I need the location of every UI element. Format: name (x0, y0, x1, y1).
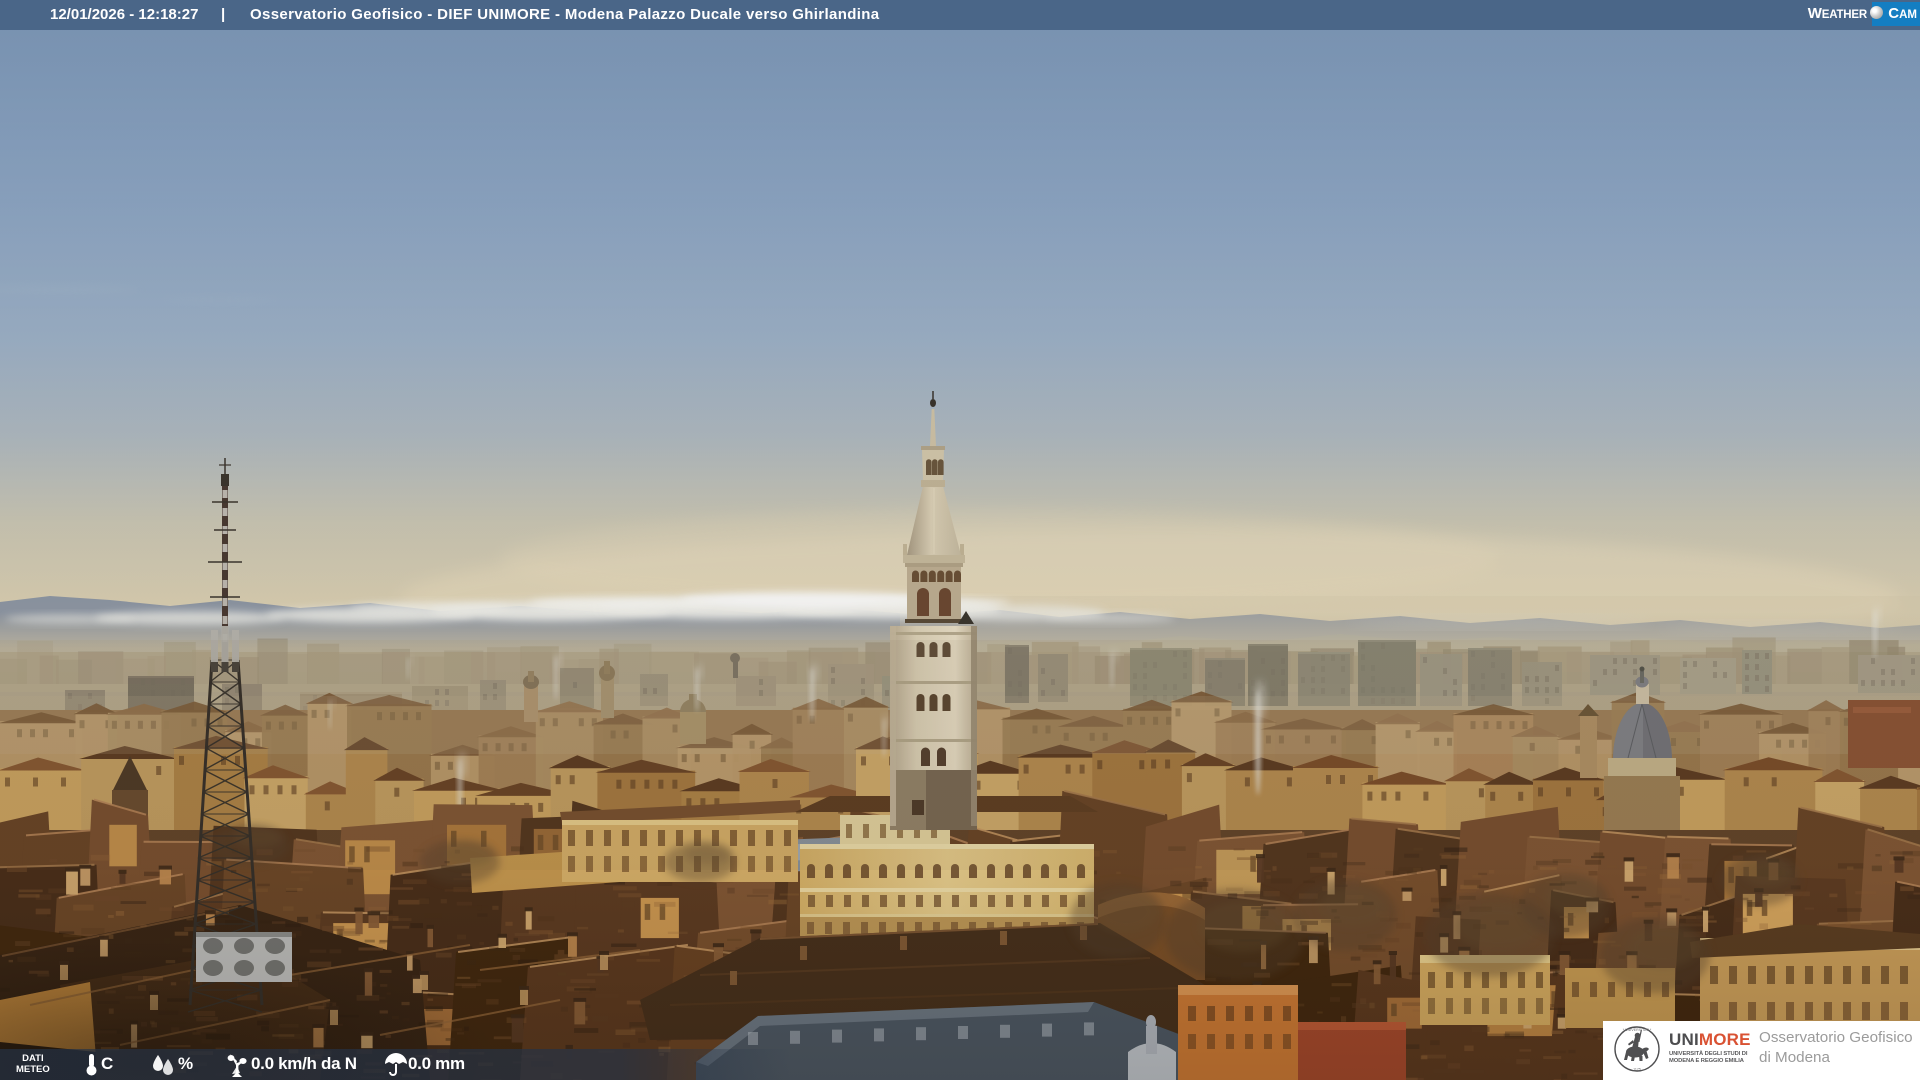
svg-text:* UNIVERSITAS *: * UNIVERSITAS * (1623, 1028, 1652, 1032)
svg-text:1175: 1175 (1633, 1068, 1641, 1072)
